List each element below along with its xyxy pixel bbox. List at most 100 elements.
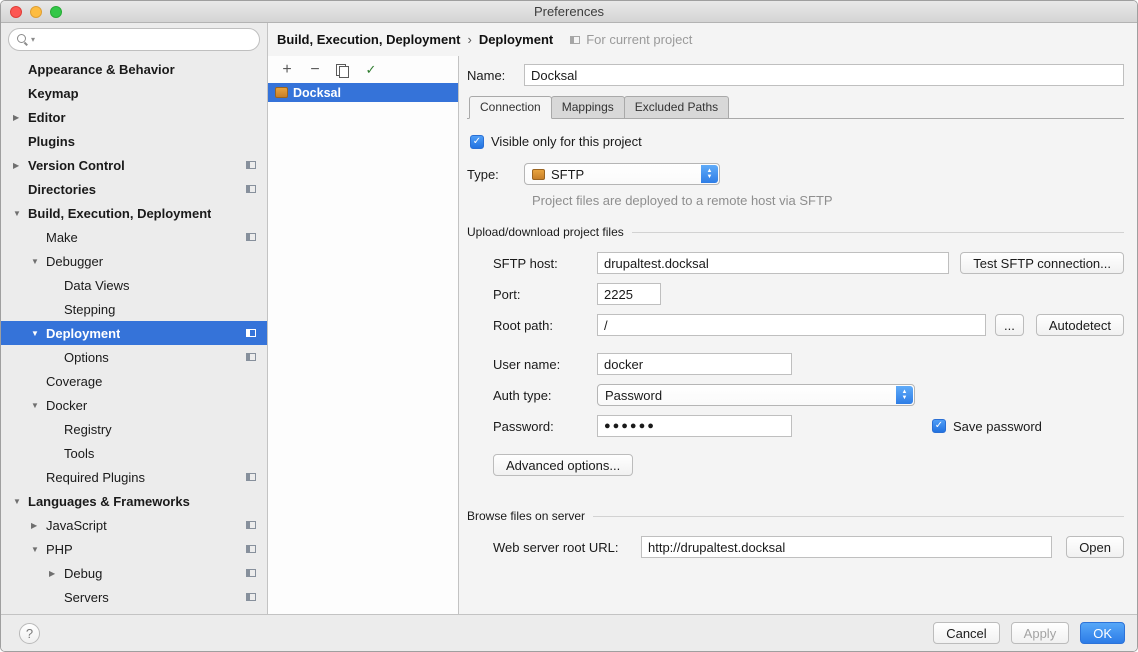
sidebar-item-label: Deployment [46, 326, 120, 341]
help-button[interactable]: ? [19, 623, 40, 644]
footer-buttons: Cancel Apply OK [933, 622, 1125, 644]
sidebar-item-version-control[interactable]: ▶Version Control [1, 153, 267, 177]
auth-type-value: Password [605, 388, 662, 403]
sidebar-item-make[interactable]: Make [1, 225, 267, 249]
minimize-window-button[interactable] [30, 6, 42, 18]
expanded-arrow-icon[interactable]: ▼ [31, 329, 43, 338]
deployment-form: Name: ConnectionMappingsExcluded Paths ✓… [459, 56, 1137, 614]
search-input[interactable] [37, 32, 251, 47]
use-as-default-icon[interactable]: ✓ [363, 62, 379, 78]
close-window-button[interactable] [10, 6, 22, 18]
expanded-arrow-icon[interactable]: ▼ [31, 401, 43, 410]
sidebar-item-editor[interactable]: ▶Editor [1, 105, 267, 129]
collapsed-arrow-icon[interactable]: ▶ [49, 569, 61, 578]
search-options-caret-icon[interactable]: ▾ [31, 35, 35, 44]
user-name-input[interactable] [597, 353, 792, 375]
port-label: Port: [493, 287, 597, 302]
footer: ? Cancel Apply OK [1, 614, 1137, 651]
sidebar-item-javascript[interactable]: ▶JavaScript [1, 513, 267, 537]
scope-indicator: For current project [569, 32, 692, 47]
sidebar-item-debugger[interactable]: ▼Debugger [1, 249, 267, 273]
password-label: Password: [493, 419, 597, 434]
auth-type-select[interactable]: Password ▲▼ [597, 384, 915, 406]
sidebar-item-required-plugins[interactable]: Required Plugins [1, 465, 267, 489]
sidebar-item-tools[interactable]: Tools [1, 441, 267, 465]
expanded-arrow-icon[interactable]: ▼ [13, 209, 25, 218]
server-toolbar: +− ✓ [268, 56, 458, 83]
autodetect-button[interactable]: Autodetect [1036, 314, 1124, 336]
settings-sidebar: ▾ Appearance & Behavior Keymap▶EditorPlug… [1, 23, 268, 614]
cancel-button[interactable]: Cancel [933, 622, 999, 644]
sidebar-item-registry[interactable]: Registry [1, 417, 267, 441]
sftp-host-input[interactable] [597, 252, 949, 274]
advanced-options-button[interactable]: Advanced options... [493, 454, 633, 476]
type-help-text: Project files are deployed to a remote h… [532, 193, 1124, 208]
type-select[interactable]: SFTP ▲▼ [524, 163, 720, 185]
per-project-icon [245, 351, 257, 363]
test-sftp-connection-button[interactable]: Test SFTP connection... [960, 252, 1124, 274]
breadcrumb-item[interactable]: Deployment [479, 32, 553, 47]
add-icon[interactable]: + [279, 62, 295, 78]
tab-mappings[interactable]: Mappings [551, 96, 625, 119]
breadcrumb-item[interactable]: Build, Execution, Deployment [277, 32, 460, 47]
sidebar-item-php[interactable]: ▼PHP [1, 537, 267, 561]
window-title: Preferences [1, 4, 1137, 19]
sidebar-item-appearance-behavior[interactable]: Appearance & Behavior [1, 57, 267, 81]
save-password-checkbox[interactable]: ✓ [932, 419, 946, 433]
tab-connection[interactable]: Connection [469, 96, 552, 119]
port-input[interactable] [597, 283, 661, 305]
sidebar-item-keymap[interactable]: Keymap [1, 81, 267, 105]
settings-search-box[interactable]: ▾ [8, 28, 260, 51]
web-root-input[interactable] [641, 536, 1052, 558]
type-value: SFTP [551, 167, 584, 182]
sidebar-item-build-execution-deployment[interactable]: ▼Build, Execution, Deployment [1, 201, 267, 225]
browse-root-path-button[interactable]: ... [995, 314, 1024, 336]
sidebar-item-label: Appearance & Behavior [28, 62, 175, 77]
sidebar-item-languages-frameworks[interactable]: ▼Languages & Frameworks [1, 489, 267, 513]
sidebar-item-servers[interactable]: Servers [1, 585, 267, 609]
sidebar-item-label: Debug [64, 566, 102, 581]
remove-icon[interactable]: − [307, 62, 323, 78]
sidebar-item-coverage[interactable]: Coverage [1, 369, 267, 393]
password-input[interactable] [597, 415, 792, 437]
sidebar-item-data-views[interactable]: Data Views [1, 273, 267, 297]
expanded-arrow-icon[interactable]: ▼ [31, 257, 43, 266]
sftp-host-label: SFTP host: [493, 256, 597, 271]
upload-section-title: Upload/download project files [467, 225, 624, 239]
per-project-icon [245, 231, 257, 243]
sidebar-item-stepping[interactable]: Stepping [1, 297, 267, 321]
sftp-type-icon [532, 169, 545, 180]
sidebar-item-docker[interactable]: ▼Docker [1, 393, 267, 417]
apply-button[interactable]: Apply [1011, 622, 1070, 644]
zoom-window-button[interactable] [50, 6, 62, 18]
search-icon [17, 33, 30, 46]
breadcrumb-separator: › [460, 32, 478, 47]
sidebar-item-debug[interactable]: ▶Debug [1, 561, 267, 585]
root-path-input[interactable] [597, 314, 986, 336]
collapsed-arrow-icon[interactable]: ▶ [13, 161, 25, 170]
collapsed-arrow-icon[interactable]: ▶ [31, 521, 43, 530]
sidebar-item-label: Stepping [64, 302, 115, 317]
expanded-arrow-icon[interactable]: ▼ [13, 497, 25, 506]
collapsed-arrow-icon[interactable]: ▶ [13, 113, 25, 122]
save-password-label: Save password [953, 419, 1042, 434]
open-button[interactable]: Open [1066, 536, 1124, 558]
scope-label: For current project [586, 32, 692, 47]
preferences-window: Preferences ▾ Appearance & Behavior Keyma… [0, 0, 1138, 652]
tab-excluded-paths[interactable]: Excluded Paths [624, 96, 729, 119]
sidebar-item-directories[interactable]: Directories [1, 177, 267, 201]
web-root-label: Web server root URL: [493, 540, 641, 555]
ok-button[interactable]: OK [1080, 622, 1125, 644]
sidebar-item-deployment[interactable]: ▼Deployment [1, 321, 267, 345]
sidebar-item-label: Tools [64, 446, 94, 461]
expanded-arrow-icon[interactable]: ▼ [31, 545, 43, 554]
server-list-item[interactable]: Docksal [268, 83, 458, 102]
sidebar-item-plugins[interactable]: Plugins [1, 129, 267, 153]
copy-icon[interactable] [335, 62, 351, 78]
server-name: Docksal [293, 86, 341, 100]
sidebar-item-label: JavaScript [46, 518, 107, 533]
name-input[interactable] [524, 64, 1124, 86]
browse-section-header: Browse files on server [467, 509, 1124, 523]
sidebar-item-options[interactable]: Options [1, 345, 267, 369]
visible-only-checkbox[interactable]: ✓ [470, 135, 484, 149]
